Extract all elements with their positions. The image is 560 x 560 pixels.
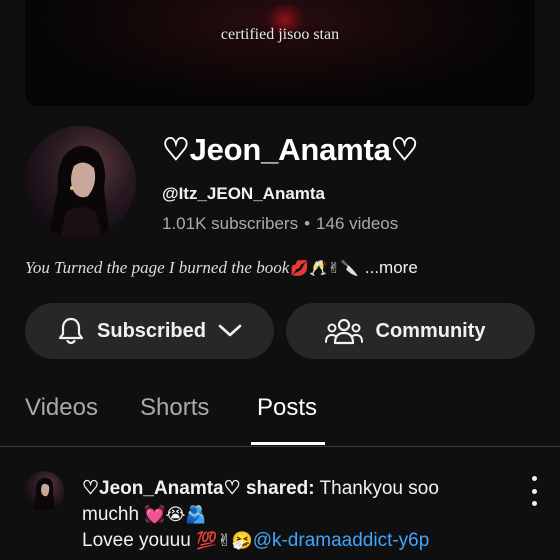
active-tab-indicator <box>251 442 325 445</box>
channel-handle: @Itz_JEON_Anamta <box>162 184 326 203</box>
stats-separator: • <box>304 214 311 233</box>
video-count: 146 videos <box>316 214 399 233</box>
banner-text: certified jisoo stan <box>220 26 340 43</box>
channel-name: ♡Jeon_Anamta♡ <box>162 132 419 167</box>
channel-banner: certified jisoo stan <box>25 0 535 106</box>
bio-emojis: 💋🥂✌🔪 <box>290 259 359 277</box>
bell-icon <box>57 316 85 346</box>
channel-tabs: Videos Shorts Posts <box>0 384 560 447</box>
bio-more-link[interactable]: ...more <box>365 258 418 277</box>
post-avatar-image <box>33 477 55 511</box>
post-content: ♡Jeon_Anamta♡ shared: Thankyou soo muchh… <box>82 476 502 554</box>
channel-stats: 1.01K subscribers • 146 videos <box>162 214 398 234</box>
subscribed-button[interactable]: Subscribed <box>25 303 274 359</box>
post-text-line2: muchh <box>82 504 140 525</box>
more-vertical-icon[interactable] <box>528 476 540 506</box>
post-text-line3: Lovee youuu <box>82 530 191 551</box>
post-emojis-line3: 💯✌🤧 <box>196 531 253 551</box>
community-label: Community <box>375 319 486 342</box>
channel-bio[interactable]: You Turned the page I burned the book💋🥂✌… <box>25 258 418 278</box>
subscriber-count: 1.01K subscribers <box>162 214 299 233</box>
avatar-portrait-image <box>48 145 110 238</box>
post-shared-label: shared: <box>245 478 315 499</box>
post-emojis-line2: 💓😭🫂 <box>144 505 207 525</box>
channel-avatar[interactable] <box>24 126 136 238</box>
people-icon <box>324 316 364 346</box>
post-author-name[interactable]: ♡Jeon_Anamta♡ <box>82 478 241 499</box>
post-text-line1: Thankyou soo <box>319 478 439 499</box>
tab-posts[interactable]: Posts <box>257 394 317 422</box>
community-button[interactable]: Community <box>286 303 535 359</box>
post-mention-link[interactable]: @k-dramaaddict-y6p <box>253 530 430 551</box>
bio-text: You Turned the page I burned the book <box>25 258 290 277</box>
tab-videos[interactable]: Videos <box>25 394 98 422</box>
chevron-down-icon <box>218 324 242 338</box>
post-author-avatar[interactable] <box>24 471 64 511</box>
tab-shorts[interactable]: Shorts <box>140 394 209 422</box>
subscribed-label: Subscribed <box>97 319 206 342</box>
